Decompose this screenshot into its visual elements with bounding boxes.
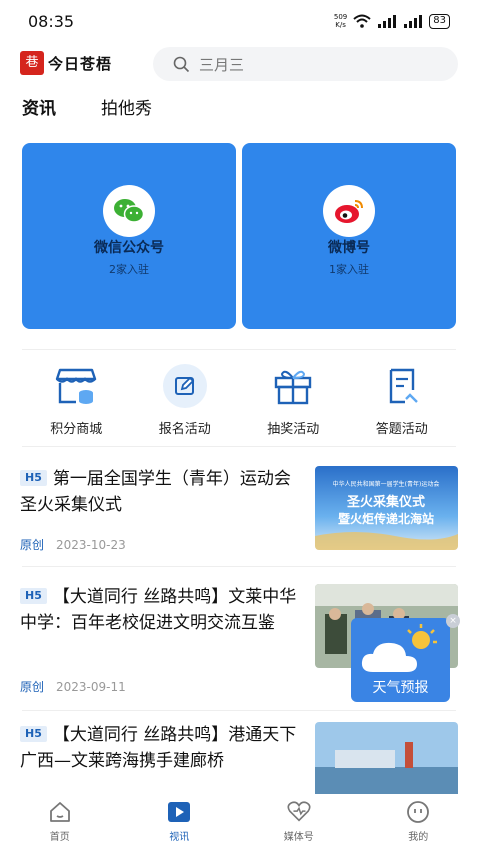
h5-badge: H5 (20, 588, 47, 604)
news-item[interactable]: H5 【大道同行 丝路共鸣】港通天下 广西—文莱跨海携手建廊桥 (0, 722, 478, 806)
app-name: 今日苍梧 (48, 54, 113, 73)
store-icon (54, 364, 98, 408)
wechat-icon (103, 185, 155, 237)
weather-close-button[interactable]: × (446, 614, 460, 628)
home-icon (48, 800, 72, 824)
status-bar: 08:35 509 K/s 83 (0, 0, 478, 42)
card-subtitle: 1家入驻 (329, 263, 369, 276)
signal-icon-2 (404, 15, 423, 28)
nav-video[interactable]: 视讯 (120, 794, 240, 850)
divider (22, 566, 456, 567)
card-title: 微博号 (328, 240, 370, 256)
wechat-card[interactable]: 微信公众号 2家入驻 (22, 143, 236, 329)
shortcut-row: 积分商城 报名活动 抽奖活动 答题活动 (22, 360, 456, 440)
profile-icon (406, 800, 430, 824)
content-tabs: 资讯 拍他秀 (22, 94, 152, 119)
heart-icon (287, 800, 311, 824)
news-title: H5 【大道同行 丝路共鸣】港通天下 广西—文莱跨海携手建廊桥 (20, 725, 297, 771)
shortcut-label: 积分商城 (50, 422, 103, 437)
news-title: H5 【大道同行 丝路共鸣】文莱中华中学：百年老校促进文明交流互鉴 (20, 587, 297, 633)
search-icon (173, 56, 190, 72)
nav-media[interactable]: 媒体号 (239, 794, 359, 850)
battery-icon: 83 (429, 13, 450, 29)
network-speed: 509 K/s (333, 13, 348, 29)
weibo-icon (323, 185, 375, 237)
edit-icon (162, 364, 207, 408)
nav-label: 我的 (408, 832, 429, 843)
divider (22, 446, 456, 447)
points-mall-shortcut[interactable]: 积分商城 (22, 360, 131, 440)
news-meta: 原创 2023-09-11 (20, 678, 126, 695)
nav-label: 视讯 (169, 832, 190, 843)
news-date: 2023-10-23 (56, 538, 126, 552)
news-date: 2023-09-11 (56, 680, 126, 694)
news-item[interactable]: H5 第一届全国学生（青年）运动会圣火采集仪式 原创 2023-10-23 中华人民… (0, 466, 478, 566)
h5-badge: H5 (20, 726, 47, 742)
signal-icon (378, 15, 397, 28)
divider (22, 710, 456, 711)
tab-news[interactable]: 资讯 (22, 94, 56, 119)
app-header: 巷 今日苍梧 三月三 (0, 44, 478, 84)
wifi-icon (353, 14, 371, 28)
thumbnail-heading: 圣火采集仪式 (347, 494, 425, 510)
shortcut-label: 答题活动 (375, 422, 428, 437)
status-time: 08:35 (28, 12, 75, 31)
media-cards: 微信公众号 2家入驻 微博号 1家入驻 (22, 143, 456, 329)
h5-badge: H5 (20, 470, 47, 486)
shortcut-label: 报名活动 (158, 422, 211, 437)
app-logo: 巷 今日苍梧 (20, 51, 112, 75)
card-subtitle: 2家入驻 (109, 263, 149, 276)
weather-cloud-sun-icon (361, 624, 437, 672)
thumbnail-subheading: 暨火炬传递北海站 (338, 511, 434, 526)
quiz-icon (380, 364, 424, 408)
news-source: 原创 (20, 538, 45, 552)
signup-activity-shortcut[interactable]: 报名活动 (131, 360, 240, 440)
shortcut-label: 抽奖活动 (267, 422, 320, 437)
news-thumbnail: 中华人民共和国第一届学生(青年)运动会 圣火采集仪式 暨火炬传递北海站 (315, 466, 458, 550)
video-icon (167, 800, 191, 824)
nav-home[interactable]: 首页 (0, 794, 120, 850)
status-icons: 509 K/s 83 (334, 12, 450, 30)
news-meta: 原创 2023-10-23 (20, 536, 126, 553)
tab-paitaxiu[interactable]: 拍他秀 (101, 94, 152, 119)
gift-icon (271, 364, 315, 408)
thumbnail-caption: 中华人民共和国第一届学生(青年)运动会 (333, 480, 440, 488)
news-title: H5 第一届全国学生（青年）运动会圣火采集仪式 (20, 469, 291, 515)
weibo-card[interactable]: 微博号 1家入驻 (242, 143, 456, 329)
news-source: 原创 (20, 680, 45, 694)
divider (22, 349, 456, 350)
search-input[interactable]: 三月三 (153, 47, 458, 81)
logo-mark: 巷 (20, 51, 44, 75)
nav-profile[interactable]: 我的 (359, 794, 478, 850)
search-placeholder: 三月三 (199, 55, 245, 74)
nav-label: 媒体号 (283, 832, 314, 843)
weather-label: 天气预报 (372, 680, 429, 696)
nav-label: 首页 (49, 832, 70, 843)
quiz-activity-shortcut[interactable]: 答题活动 (348, 360, 457, 440)
card-title: 微信公众号 (94, 240, 164, 256)
weather-widget[interactable]: 天气预报 (351, 618, 450, 702)
bottom-nav: 首页 视讯 媒体号 我的 (0, 794, 478, 850)
lottery-activity-shortcut[interactable]: 抽奖活动 (239, 360, 348, 440)
